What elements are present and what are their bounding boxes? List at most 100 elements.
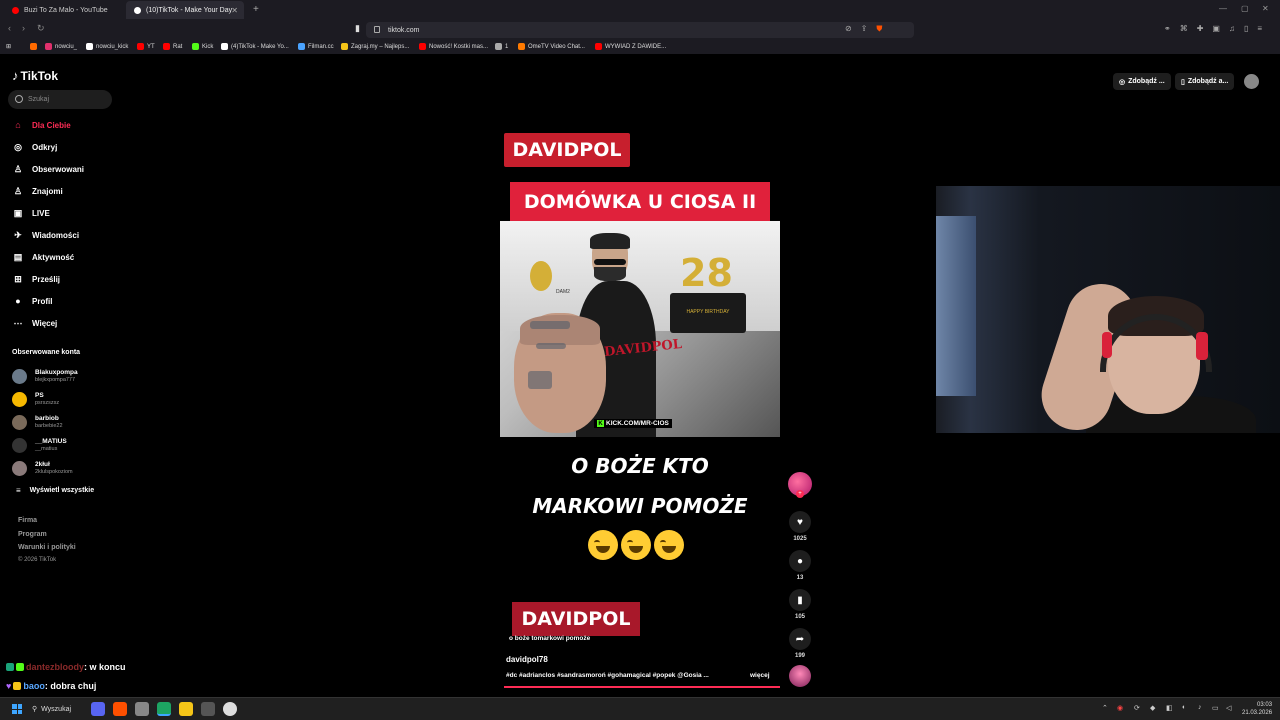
followed-account[interactable]: 2kłuł 2klulspokoziom: [12, 459, 73, 477]
vpn-icon[interactable]: ⚭: [1164, 24, 1171, 33]
followed-account[interactable]: Blakuxpompa blejkxpompa777: [12, 367, 78, 385]
follow-icon[interactable]: +: [796, 490, 804, 498]
user-avatar[interactable]: [1244, 74, 1259, 89]
sidebar-item-for-you[interactable]: ⌂ Dla Ciebie: [12, 118, 70, 132]
forward-icon[interactable]: ›: [22, 23, 25, 33]
show-all-button[interactable]: ≡ Wyświetl wszystkie: [16, 486, 94, 495]
app-icon[interactable]: [135, 702, 149, 716]
tray-icon[interactable]: ◆: [1150, 704, 1155, 712]
reader-icon[interactable]: ⊘: [845, 24, 852, 34]
address-bar-icons: ⊘ ⇪ ⛊: [845, 24, 882, 34]
followed-account[interactable]: __MATIUS __matius: [12, 436, 67, 454]
maximize-icon[interactable]: ▢: [1241, 4, 1249, 13]
bookmark-item[interactable]: 1: [495, 43, 508, 50]
music-icon[interactable]: ♫: [1229, 24, 1235, 33]
bookmark-item[interactable]: nowciu_: [45, 43, 77, 50]
obs-icon[interactable]: [201, 702, 215, 716]
share-button[interactable]: ➦ 199: [787, 628, 813, 659]
sidebar-item-activity[interactable]: ▤ Aktywność: [12, 250, 75, 264]
tiktok-logo[interactable]: ♪ TikTok: [12, 68, 58, 83]
windows-start-icon[interactable]: [12, 704, 22, 714]
chat-username: baoo: [23, 681, 45, 691]
sidebar-item-upload[interactable]: ⊞ Prześlij: [12, 272, 60, 286]
bookmark-item[interactable]: nowciu_kick: [86, 43, 128, 50]
back-icon[interactable]: ‹: [8, 23, 11, 33]
bookmark-item[interactable]: (4)TikTok - Make Yo...: [221, 43, 289, 50]
footer-link-company[interactable]: Firma: [18, 517, 37, 524]
tray-icon[interactable]: ◉: [1117, 704, 1123, 712]
like-button[interactable]: ♥ 1025: [787, 511, 813, 542]
discord-icon[interactable]: [91, 702, 105, 716]
reload-icon[interactable]: ↻: [37, 23, 45, 34]
chrome-icon[interactable]: [157, 702, 171, 716]
tray-icon[interactable]: ◧: [1166, 704, 1173, 712]
foreground-scalp: [520, 315, 600, 345]
bookmark-item[interactable]: WYWIAD Z DAWIDE...: [595, 43, 666, 50]
tray-icon[interactable]: ⟳: [1134, 704, 1140, 712]
puzzle-icon[interactable]: ✚: [1197, 24, 1204, 33]
sidebar-item-friends[interactable]: ♙ Znajomi: [12, 184, 63, 198]
address-bar[interactable]: tiktok.com: [366, 22, 914, 38]
bookmark-item[interactable]: Zagraj.my – Najleps...: [341, 43, 409, 50]
video-frame[interactable]: 28 HAPPY BIRTHDAY DAM2 DAVIDPOL K KICK.CO…: [500, 221, 780, 437]
network-icon[interactable]: ▭: [1212, 704, 1219, 712]
creator-avatar[interactable]: +: [788, 472, 812, 498]
menu-icon[interactable]: ≡: [1257, 24, 1262, 33]
taskbar-search[interactable]: ⚲ Wyszukaj: [32, 702, 71, 716]
bookmark-item[interactable]: Rat: [163, 43, 182, 50]
microphone-icon[interactable]: ♪: [1198, 704, 1202, 711]
wallet-icon[interactable]: ▣: [1212, 24, 1220, 33]
sidebar-item-messages[interactable]: ✈ Wiadomości: [12, 228, 79, 242]
bookmark-item[interactable]: Kick: [192, 43, 213, 50]
sidebar-item-more[interactable]: ⋯ Więcej: [12, 316, 58, 330]
comment-button[interactable]: ● 13: [787, 550, 813, 581]
get-coins-button[interactable]: ◎ Zdobądź ...: [1113, 73, 1171, 90]
sidebar-item-profile[interactable]: ● Profil: [12, 294, 52, 308]
get-app-button[interactable]: ▯ Zdobądź a...: [1175, 73, 1235, 90]
app-icon[interactable]: [223, 702, 237, 716]
save-button[interactable]: ▮ 105: [787, 589, 813, 620]
brave-icon[interactable]: [113, 702, 127, 716]
clock[interactable]: 03:03 21.03.2026: [1242, 701, 1272, 717]
tab-tiktok[interactable]: (10)TikTok - Make Your Day ✕: [126, 1, 244, 19]
minimize-icon[interactable]: —: [1219, 4, 1227, 13]
person-hair: [590, 233, 630, 249]
apps-icon[interactable]: ⊞: [6, 43, 11, 50]
sidebar-icon[interactable]: ▯: [1244, 24, 1248, 33]
tray-icon[interactable]: ◐: [1182, 704, 1186, 711]
tray-chevron-icon[interactable]: ⌃: [1102, 704, 1108, 712]
search-input[interactable]: Szukaj: [8, 90, 112, 109]
bookmark-item[interactable]: Nowość! Kostki mas...: [419, 43, 488, 50]
bookmark-item[interactable]: YT: [137, 43, 155, 50]
show-all-label: Wyświetl wszystkie: [29, 487, 95, 494]
sidebar-item-following[interactable]: ♙ Obserwowani: [12, 162, 84, 176]
tab-label: (10)TikTok - Make Your Day: [146, 6, 233, 14]
footer-link-program[interactable]: Program: [18, 531, 47, 538]
close-tab-icon[interactable]: ✕: [231, 6, 238, 15]
bookmark-item[interactable]: [30, 43, 40, 50]
followed-account[interactable]: barbiob barbebie22: [12, 413, 63, 431]
bookmark-item[interactable]: OmeTV Video Chat...: [518, 43, 585, 50]
extension-icon[interactable]: ⌘: [1180, 24, 1188, 33]
sidebar-item-live[interactable]: ▣ LIVE: [12, 206, 50, 220]
tab-youtube[interactable]: Buzi To Za Malo - YouTube: [4, 1, 122, 19]
new-tab-button[interactable]: +: [253, 4, 259, 15]
video-progress-bar[interactable]: [504, 686, 780, 688]
followed-account[interactable]: PS psrszszsz: [12, 390, 59, 408]
footer-link-terms[interactable]: Warunki i polityki: [18, 544, 76, 551]
music-disc-icon[interactable]: [789, 665, 811, 687]
tattoo: [528, 371, 552, 389]
sidebar-item-explore[interactable]: ◎ Odkryj: [12, 140, 57, 154]
close-window-icon[interactable]: ✕: [1262, 4, 1269, 13]
file-explorer-icon[interactable]: [179, 702, 193, 716]
brave-shield-icon[interactable]: ⛊: [876, 24, 882, 34]
search-icon: [15, 95, 23, 103]
bookmark-item[interactable]: Filman.cc: [298, 43, 334, 50]
video-author[interactable]: davidpol78: [506, 655, 548, 664]
video-hashtags[interactable]: #dc #adrianclos #sandrasmoroń #gohamagic…: [506, 672, 709, 679]
more-button[interactable]: więcej: [750, 672, 770, 679]
instagram-icon: [45, 43, 52, 50]
volume-icon[interactable]: ◁: [1226, 704, 1231, 712]
share-icon[interactable]: ⇪: [861, 24, 868, 34]
bookmark-icon[interactable]: ▮: [355, 23, 360, 34]
